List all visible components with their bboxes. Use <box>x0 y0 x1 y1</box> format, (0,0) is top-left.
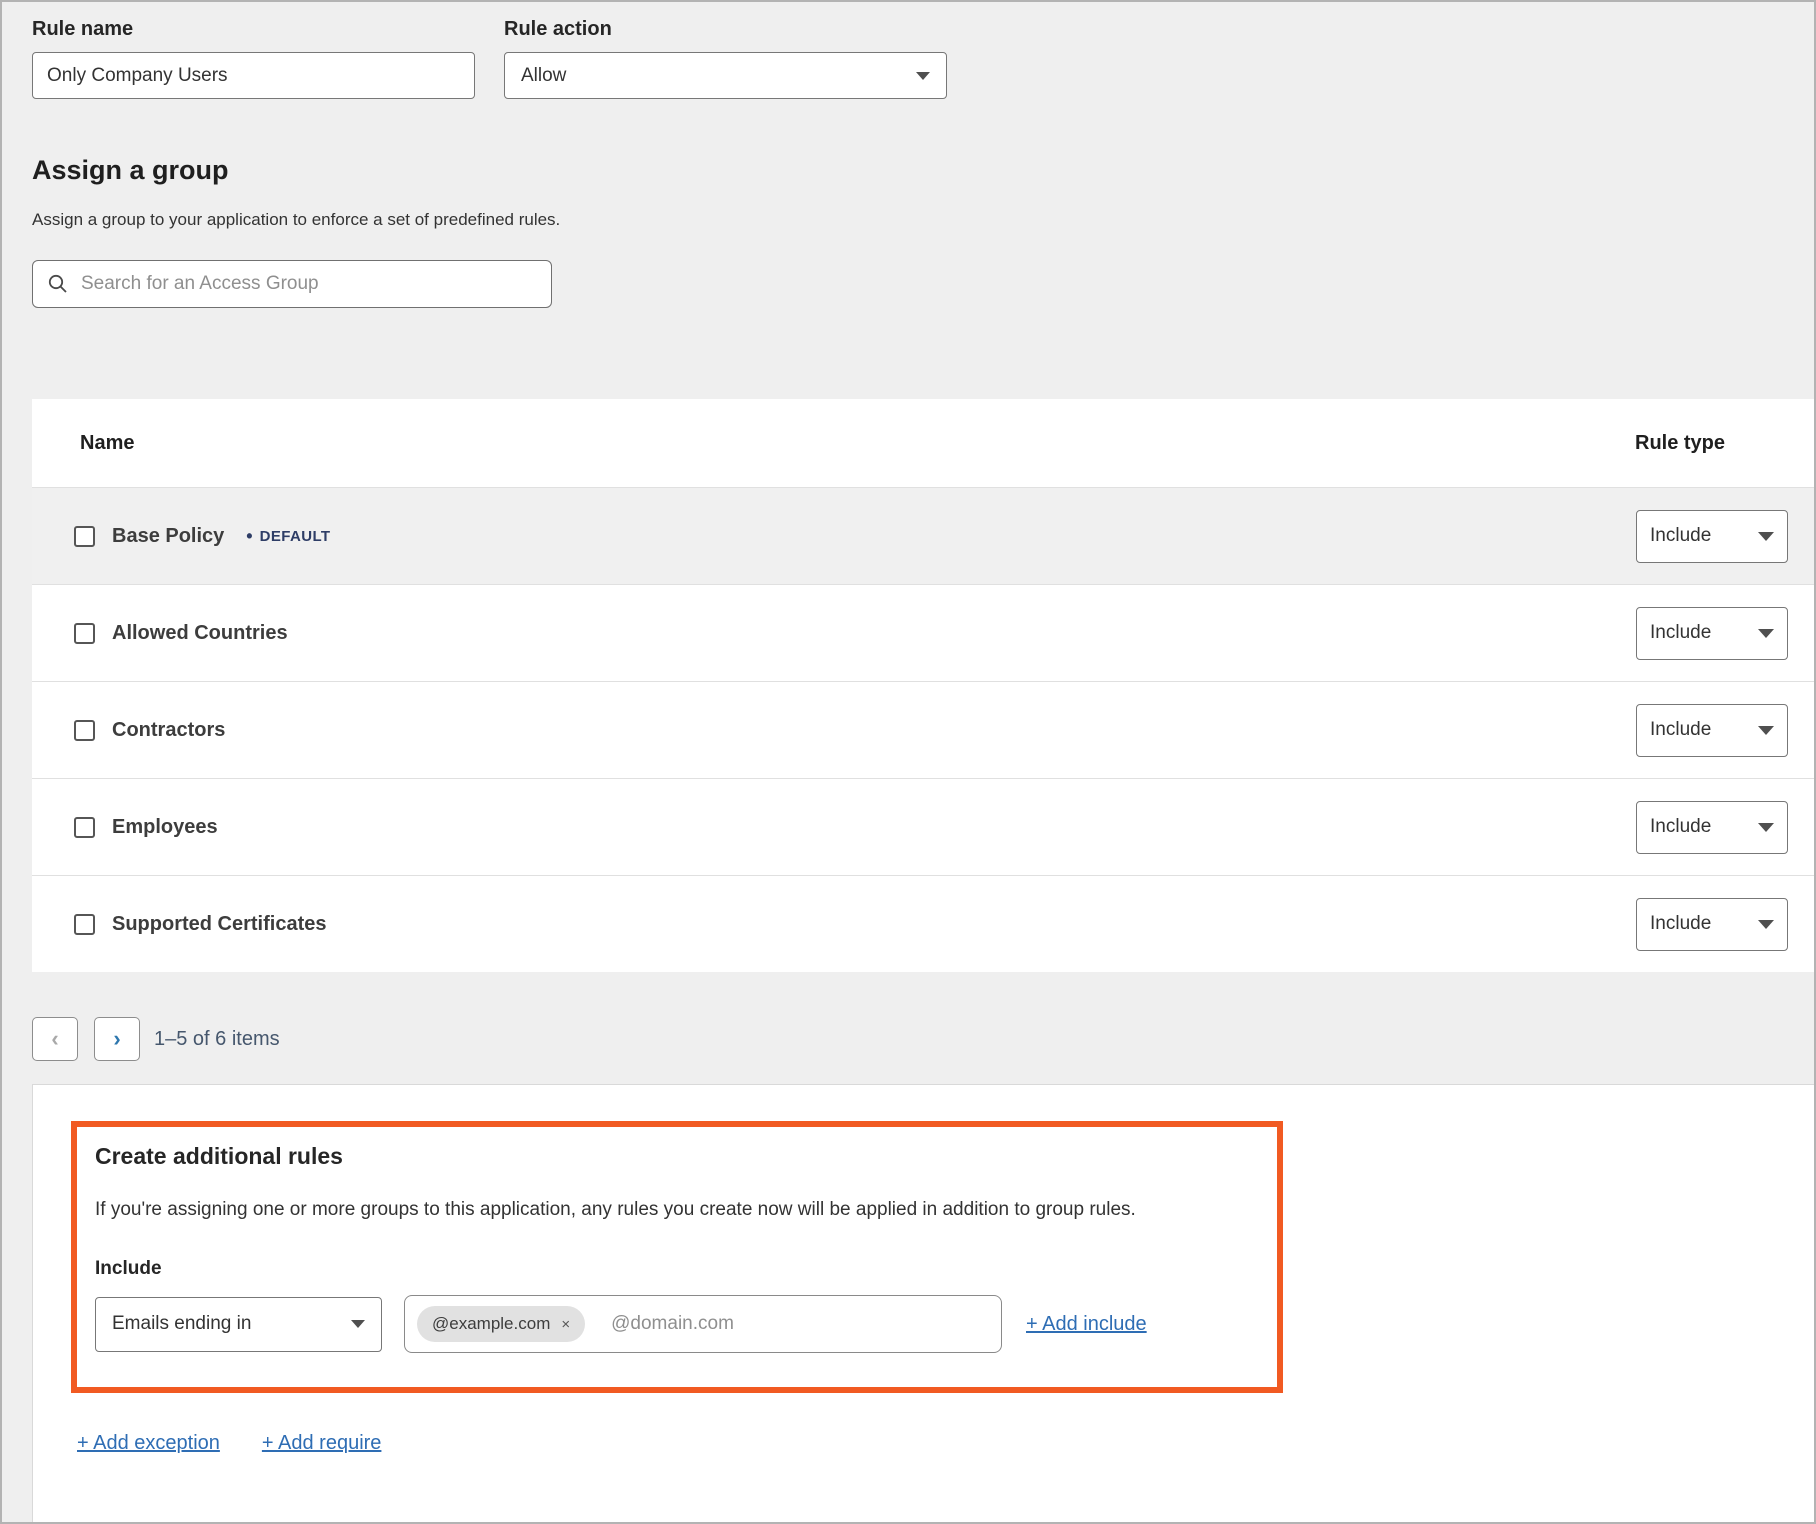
include-rule-row: Emails ending in @example.com × + Add in… <box>95 1295 1257 1353</box>
default-badge: • DEFAULT <box>246 526 330 547</box>
rule-type-dropdown[interactable]: Include <box>1636 510 1788 563</box>
row-checkbox[interactable] <box>74 623 95 644</box>
table-header: Name Rule type <box>32 399 1816 487</box>
rule-name-field-group: Rule name <box>32 18 475 99</box>
rule-action-label: Rule action <box>504 18 947 41</box>
group-name: Contractors <box>112 719 225 742</box>
add-require-link[interactable]: + Add require <box>262 1432 382 1455</box>
previous-page-button[interactable]: ‹ <box>32 1017 78 1061</box>
additional-rules-description: If you're assigning one or more groups t… <box>95 1199 1257 1221</box>
rule-type-column-header: Rule type <box>1635 432 1816 455</box>
rule-action-field-group: Rule action Allow <box>504 18 947 99</box>
rule-type-cell: Include <box>1636 801 1788 854</box>
rule-type-cell: Include <box>1636 607 1788 660</box>
condition-dropdown[interactable]: Emails ending in <box>95 1297 382 1352</box>
table-row-supported-certificates: Supported Certificates Include <box>32 875 1816 972</box>
pagination-label: 1–5 of 6 items <box>154 1028 280 1051</box>
assign-group-description: Assign a group to your application to en… <box>32 210 1814 230</box>
rule-type-value: Include <box>1650 622 1711 644</box>
chip-label: @example.com <box>432 1314 550 1334</box>
chevron-down-icon <box>1758 823 1774 832</box>
chevron-down-icon <box>1758 629 1774 638</box>
name-column-header: Name <box>32 432 134 455</box>
rule-type-dropdown[interactable]: Include <box>1636 898 1788 951</box>
rule-type-cell: Include <box>1636 510 1788 563</box>
rule-type-dropdown[interactable]: Include <box>1636 801 1788 854</box>
condition-value: Emails ending in <box>112 1313 251 1335</box>
table-row-contractors: Contractors Include <box>32 681 1816 778</box>
row-checkbox[interactable] <box>74 526 95 547</box>
search-input[interactable] <box>81 273 537 295</box>
chevron-down-icon <box>1758 532 1774 541</box>
chevron-down-icon <box>351 1320 365 1328</box>
include-label: Include <box>95 1258 1257 1280</box>
remove-chip-icon[interactable]: × <box>561 1316 570 1333</box>
chevron-down-icon <box>1758 920 1774 929</box>
group-name: Base Policy <box>112 525 224 548</box>
badge-bullet: • <box>246 526 252 547</box>
badge-label: DEFAULT <box>260 528 331 545</box>
rule-action-value: Allow <box>521 65 566 87</box>
email-domain-tag-input[interactable]: @example.com × <box>404 1295 1002 1353</box>
rule-type-cell: Include <box>1636 898 1788 951</box>
table-row-base-policy: Base Policy • DEFAULT Include <box>32 487 1816 584</box>
access-groups-table: Name Rule type Base Policy • DEFAULT Inc… <box>32 399 1816 972</box>
rule-type-value: Include <box>1650 816 1711 838</box>
group-name: Allowed Countries <box>112 622 288 645</box>
chevron-down-icon <box>916 72 930 80</box>
assign-group-heading: Assign a group <box>32 155 1814 186</box>
rule-name-input[interactable] <box>32 52 475 99</box>
table-row-employees: Employees Include <box>32 778 1816 875</box>
rule-form-row: Rule name Rule action Allow <box>2 2 1814 99</box>
rule-type-cell: Include <box>1636 704 1788 757</box>
rule-links-row: + Add exception + Add require <box>77 1432 1816 1455</box>
rule-type-value: Include <box>1650 525 1711 547</box>
additional-rules-card: Create additional rules If you're assign… <box>32 1084 1816 1524</box>
rule-type-dropdown[interactable]: Include <box>1636 607 1788 660</box>
search-icon <box>47 273 69 295</box>
pagination: ‹ › 1–5 of 6 items <box>32 1017 1814 1061</box>
rule-configuration-page: Rule name Rule action Allow Assign a gro… <box>0 0 1816 1524</box>
group-name: Employees <box>112 816 218 839</box>
email-domain-chip: @example.com × <box>417 1306 585 1342</box>
highlighted-additional-rules-section: Create additional rules If you're assign… <box>71 1121 1283 1393</box>
row-checkbox[interactable] <box>74 720 95 741</box>
additional-rules-heading: Create additional rules <box>95 1143 1257 1170</box>
access-group-search[interactable] <box>32 260 552 308</box>
rule-type-dropdown[interactable]: Include <box>1636 704 1788 757</box>
table-row-allowed-countries: Allowed Countries Include <box>32 584 1816 681</box>
rule-action-dropdown[interactable]: Allow <box>504 52 947 99</box>
chevron-left-icon: ‹ <box>51 1026 58 1052</box>
add-include-link[interactable]: + Add include <box>1026 1313 1147 1336</box>
add-exception-link[interactable]: + Add exception <box>77 1432 220 1455</box>
group-name: Supported Certificates <box>112 913 326 936</box>
rule-type-value: Include <box>1650 719 1711 741</box>
rule-name-label: Rule name <box>32 18 475 41</box>
row-checkbox[interactable] <box>74 914 95 935</box>
next-page-button[interactable]: › <box>94 1017 140 1061</box>
rule-type-value: Include <box>1650 913 1711 935</box>
chevron-down-icon <box>1758 726 1774 735</box>
row-checkbox[interactable] <box>74 817 95 838</box>
chevron-right-icon: › <box>113 1026 120 1052</box>
domain-input[interactable] <box>611 1313 989 1335</box>
